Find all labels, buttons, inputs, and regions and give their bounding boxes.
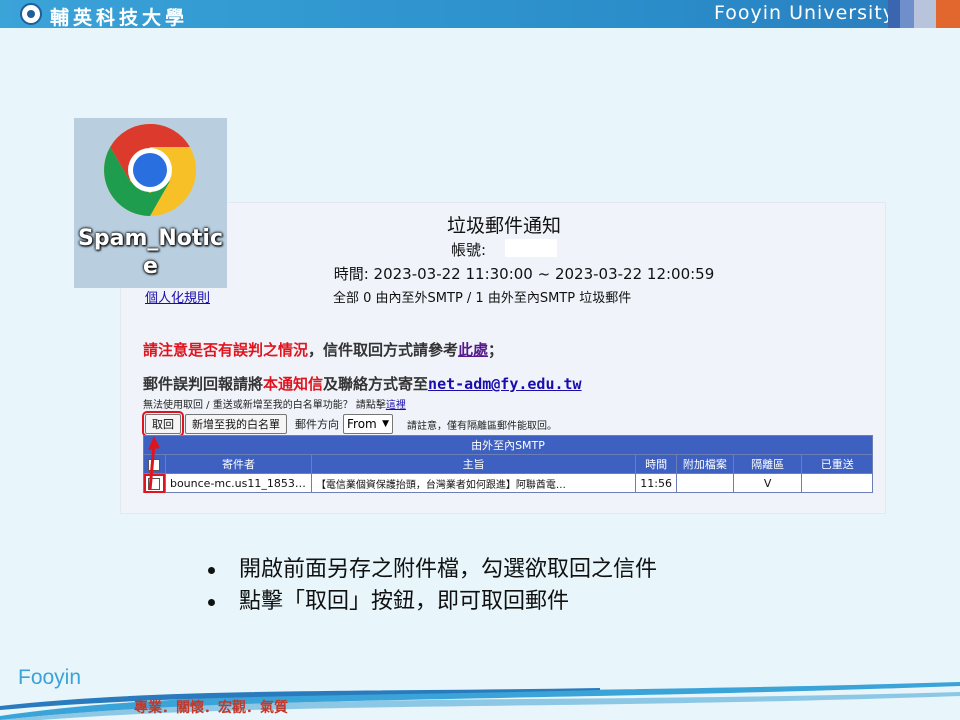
- university-seal-icon: [20, 3, 42, 25]
- row-resent: [801, 473, 873, 493]
- direction-select[interactable]: From ▼: [343, 414, 393, 434]
- header-stripe: [900, 0, 914, 28]
- annotation-arrow-icon: [148, 436, 160, 491]
- direction-value: From: [347, 417, 377, 431]
- add-whitelist-button[interactable]: 新增至我的白名單: [185, 414, 287, 434]
- spam-notice-file-icon[interactable]: Spam_Notic e: [74, 118, 227, 288]
- col-attachment: 附加檔案: [675, 454, 734, 474]
- footer-motto: 專業．關懷．宏觀．氣質: [134, 700, 288, 716]
- notice-report-start: 郵件誤判回報請將: [143, 375, 264, 393]
- col-time: 時間: [635, 454, 677, 474]
- col-quarantine: 隔離區: [732, 454, 803, 474]
- row-sender: bounce-mc.us11_1853…: [164, 473, 312, 493]
- university-cn-name: 輔英科技大學: [50, 7, 189, 29]
- bullet-text: 開啟前面另存之附件檔，勾選欲取回之信件: [239, 557, 658, 582]
- row-time: 11:56: [635, 473, 677, 493]
- retrieve-button[interactable]: 取回: [142, 411, 184, 437]
- notice-misjudge-red: 請注意是否有誤判之情況: [143, 341, 309, 359]
- report-email-link[interactable]: net-adm@fy.edu.tw: [428, 375, 582, 393]
- notice-report: 郵件誤判回報請將本通知信及聯絡方式寄至net-adm@fy.edu.tw: [143, 373, 582, 394]
- notice-report-mid: 及聯絡方式寄至: [323, 375, 429, 393]
- col-resent: 已重送: [801, 454, 873, 474]
- file-name-line2: e: [143, 254, 158, 279]
- notice-misjudge-mid: ，信件取回方式請參考: [308, 341, 459, 359]
- row-quarantine: V: [732, 473, 803, 493]
- account-label: 帳號:: [451, 241, 487, 259]
- col-sender: 寄件者: [164, 454, 312, 474]
- notice-misjudge-end: ；: [488, 341, 504, 359]
- chevron-down-icon: ▼: [382, 419, 389, 429]
- row-attachment: [675, 473, 734, 493]
- university-en-name: Fooyin University: [714, 2, 895, 24]
- notice-report-red: 本通知信: [263, 375, 324, 393]
- click-here-link[interactable]: 這裡: [386, 400, 406, 411]
- personal-rules-link[interactable]: 個人化規則: [145, 287, 210, 306]
- list-item: 點擊「取回」按鈕，即可取回郵件: [208, 586, 657, 618]
- file-name-line1: Spam_Notic: [78, 226, 223, 251]
- col-subject: 主旨: [310, 454, 637, 474]
- header-stripe: [936, 0, 960, 28]
- direction-label: 郵件方向: [295, 418, 339, 431]
- mail-toolbar: 取回 新增至我的白名單 郵件方向 From ▼ 請註意，僅有隔離區郵件能取回。: [142, 411, 557, 437]
- header-bar: 輔英科技大學 Fooyin University: [0, 0, 960, 29]
- account-redaction: [505, 239, 557, 257]
- mail-title: 垃圾郵件通知: [446, 215, 561, 237]
- notice-help: 無法使用取回 / 重送或新增至我的白名單功能？ 請點擊這裡: [143, 396, 406, 411]
- time-range: 時間: 2023-03-22 11:30:00 ~ 2023-03-22 12:…: [333, 265, 715, 283]
- instruction-list: 開啟前面另存之附件檔，勾選欲取回之信件 點擊「取回」按鈕，即可取回郵件: [208, 554, 657, 618]
- chrome-icon: [104, 124, 196, 216]
- spam-notice-screenshot: 垃圾郵件通知 帳號: 時間: 2023-03-22 11:30:00 ~ 202…: [120, 202, 886, 514]
- row-subject[interactable]: 【電信業個資保護抬頭，台灣業者如何跟進】阿聯酋電…: [310, 473, 637, 493]
- header-stripe: [888, 0, 900, 28]
- header-stripe: [914, 0, 936, 28]
- bullet-dot-icon: [208, 566, 215, 574]
- bullet-dot-icon: [208, 598, 215, 606]
- list-item: 開啟前面另存之附件檔，勾選欲取回之信件: [208, 554, 657, 586]
- toolbar-note: 請註意，僅有隔離區郵件能取回。: [407, 420, 557, 432]
- mail-summary: 全部 0 由內至外SMTP / 1 由外至內SMTP 垃圾郵件: [333, 291, 632, 306]
- table-group-header: 由外至內SMTP: [143, 435, 873, 455]
- notice-misjudge: 請注意是否有誤判之情況，信件取回方式請參考此處；: [143, 339, 503, 360]
- spam-mail-table: 由外至內SMTP 寄件者 主旨 時間 附加檔案 隔離區 已重送 bounce-m…: [143, 435, 873, 493]
- table-row: bounce-mc.us11_1853… 【電信業個資保護抬頭，台灣業者如何跟進…: [143, 473, 873, 493]
- bullet-text: 點擊「取回」按鈕，即可取回郵件: [239, 589, 570, 614]
- here-link[interactable]: 此處: [458, 341, 488, 359]
- notice-help-text: 無法使用取回 / 重送或新增至我的白名單功能？ 請點擊: [143, 400, 386, 411]
